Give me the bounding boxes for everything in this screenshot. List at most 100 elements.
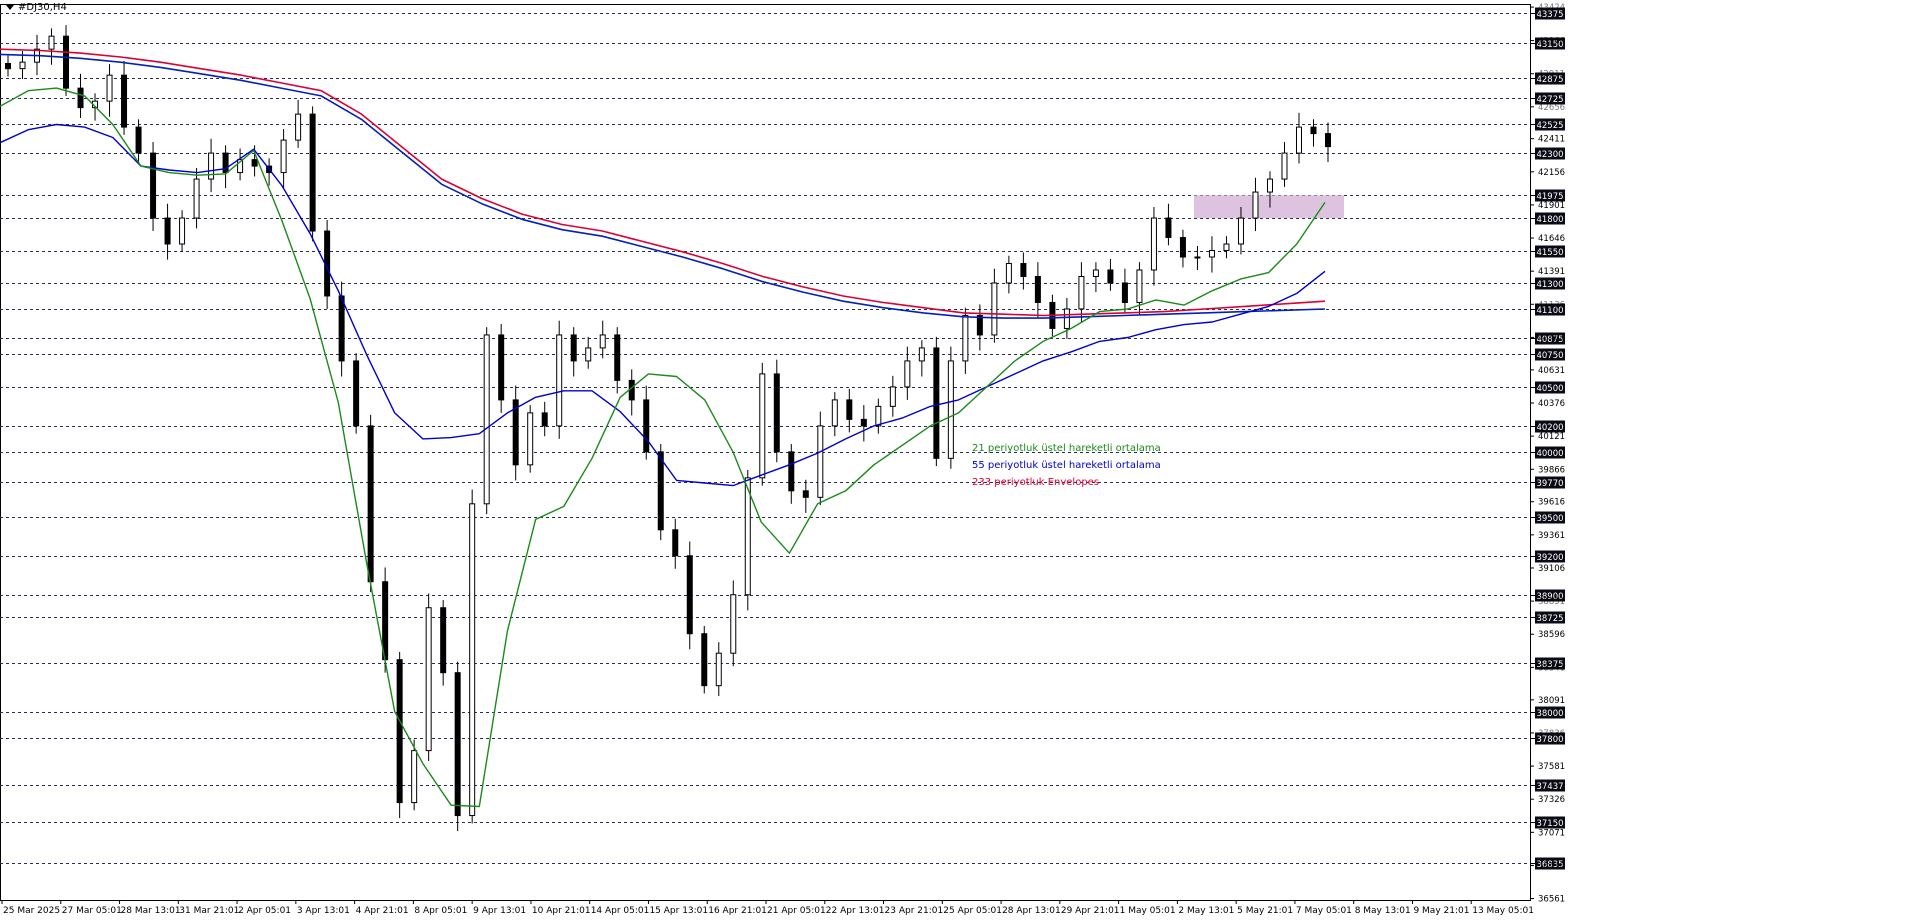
candle[interactable] <box>1063 308 1070 329</box>
candle[interactable] <box>918 347 925 362</box>
candle[interactable] <box>1252 191 1259 219</box>
price-tick-label: 36816 <box>1538 861 1565 871</box>
candle[interactable] <box>773 373 780 453</box>
price-tick-label: 37581 <box>1538 762 1565 772</box>
time-label: 23 Apr 21:01 <box>885 906 944 916</box>
candle[interactable] <box>991 282 998 336</box>
candle[interactable] <box>63 35 70 89</box>
candle[interactable] <box>1281 152 1288 180</box>
candle[interactable] <box>1208 250 1215 258</box>
candle[interactable] <box>396 659 403 804</box>
candle[interactable] <box>556 334 563 427</box>
candle[interactable] <box>338 295 345 362</box>
candle[interactable] <box>135 126 142 154</box>
candle[interactable] <box>657 451 664 531</box>
candle[interactable] <box>483 334 490 505</box>
candle[interactable] <box>121 74 128 128</box>
candle[interactable] <box>48 35 55 50</box>
candle[interactable] <box>1266 178 1273 193</box>
candle[interactable] <box>875 405 882 427</box>
candle[interactable] <box>353 360 360 427</box>
candle[interactable] <box>672 529 679 557</box>
candle[interactable] <box>1325 133 1331 148</box>
candle[interactable] <box>599 334 606 349</box>
candle[interactable] <box>179 217 186 245</box>
candle[interactable] <box>1295 126 1302 154</box>
candle[interactable] <box>1223 243 1230 252</box>
candle[interactable] <box>5 62 11 70</box>
candle[interactable] <box>1034 275 1041 303</box>
candle[interactable] <box>788 451 795 492</box>
candle[interactable] <box>1165 217 1172 239</box>
candle[interactable] <box>367 425 374 583</box>
time-label: 10 Apr 21:01 <box>532 906 591 916</box>
candle[interactable] <box>1020 262 1027 277</box>
candle[interactable] <box>425 607 432 752</box>
candle[interactable] <box>643 399 650 453</box>
time-label: 8 May 13:01 <box>1355 906 1411 916</box>
price-tick-label: 40631 <box>1538 366 1565 376</box>
candle[interactable] <box>251 159 258 167</box>
candle[interactable] <box>164 217 171 245</box>
candle[interactable] <box>1150 217 1157 271</box>
candle[interactable] <box>701 633 708 687</box>
candle[interactable] <box>19 61 26 70</box>
candle[interactable] <box>715 652 722 687</box>
candle[interactable] <box>411 750 418 804</box>
price-tick-label: 43166 <box>1538 37 1565 47</box>
price-tick-label: 38091 <box>1538 696 1565 706</box>
candle[interactable] <box>498 334 505 401</box>
candle[interactable] <box>1107 269 1114 284</box>
candle[interactable] <box>309 113 316 232</box>
candle[interactable] <box>440 607 447 674</box>
candle[interactable] <box>469 503 476 817</box>
candle[interactable] <box>106 74 113 102</box>
candle[interactable] <box>686 555 693 635</box>
candle[interactable] <box>1092 269 1099 277</box>
candle[interactable] <box>1237 217 1244 245</box>
price-tick-label: 40121 <box>1538 432 1565 442</box>
candle[interactable] <box>193 178 200 219</box>
price-chart[interactable]: 4337543150428754272542525423004197541800… <box>0 0 1916 923</box>
candle[interactable] <box>846 399 853 420</box>
candle[interactable] <box>802 490 809 498</box>
candle[interactable] <box>904 360 911 388</box>
candle[interactable] <box>1136 269 1143 303</box>
candle[interactable] <box>222 152 229 174</box>
candle[interactable] <box>150 152 157 219</box>
price-tick-label: 40376 <box>1538 399 1565 409</box>
candle[interactable] <box>1179 237 1186 258</box>
candle[interactable] <box>730 594 737 654</box>
candle[interactable] <box>1194 256 1201 259</box>
candle[interactable] <box>976 314 983 336</box>
price-tick-label: 36561 <box>1538 895 1565 905</box>
level-label: 40500 <box>1536 384 1563 394</box>
candle[interactable] <box>744 477 751 596</box>
candle[interactable] <box>933 347 940 459</box>
candle[interactable] <box>1121 282 1128 303</box>
candle[interactable] <box>280 139 287 174</box>
candle[interactable] <box>585 347 592 362</box>
candle[interactable] <box>759 373 766 479</box>
candle[interactable] <box>614 334 621 381</box>
candle[interactable] <box>541 412 548 427</box>
candle[interactable] <box>860 418 867 427</box>
price-tick-label: 40881 <box>1538 333 1565 343</box>
candle[interactable] <box>947 360 954 459</box>
candle[interactable] <box>962 314 969 362</box>
candle[interactable] <box>77 87 84 109</box>
candle[interactable] <box>454 672 461 817</box>
level-label: 37437 <box>1536 782 1563 792</box>
candle[interactable] <box>628 379 635 401</box>
candle[interactable] <box>889 386 896 407</box>
candle[interactable] <box>1310 126 1317 135</box>
candle[interactable] <box>817 425 824 498</box>
candle[interactable] <box>570 334 577 362</box>
candle[interactable] <box>1005 262 1012 284</box>
time-label: 29 Apr 21:01 <box>1061 906 1120 916</box>
candle[interactable] <box>831 399 838 427</box>
candle[interactable] <box>527 412 534 466</box>
time-label: 9 May 21:01 <box>1413 906 1469 916</box>
candle[interactable] <box>295 113 302 141</box>
candle[interactable] <box>1078 275 1085 310</box>
